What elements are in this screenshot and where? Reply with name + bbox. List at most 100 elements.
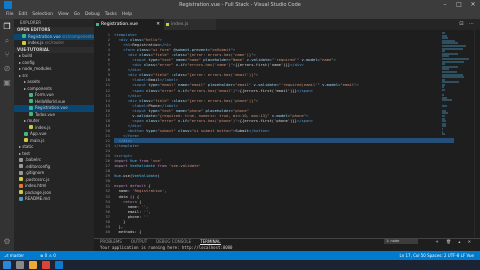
search-taskbar-icon[interactable] bbox=[16, 261, 24, 269]
open-editor-path: src/components bbox=[60, 33, 94, 39]
menu-item-selection[interactable]: Selection bbox=[32, 10, 53, 19]
code-token: import bbox=[114, 163, 131, 169]
file-file-icon bbox=[19, 157, 23, 162]
file-tree-label: .gitignore bbox=[25, 170, 45, 175]
problems-indicator[interactable]: ⊗ 0 ⚠ 0 bbox=[40, 251, 56, 260]
settings-gear-icon[interactable]: ⚙ bbox=[2, 237, 12, 247]
code-line[interactable]: methods: { bbox=[114, 229, 454, 234]
file-file-icon bbox=[19, 170, 23, 175]
tab-registration[interactable]: Registration.vue ✕ bbox=[94, 19, 164, 30]
file-tree-label: Registration.vue bbox=[35, 105, 68, 110]
code-token: class= bbox=[143, 62, 158, 68]
extensions-icon[interactable]: ▣ bbox=[2, 78, 12, 88]
menu-item-go[interactable]: Go bbox=[74, 10, 80, 19]
close-icon[interactable]: ✕ bbox=[466, 0, 480, 10]
code-token: "{error: errors.has('phone')}" bbox=[187, 97, 256, 103]
code-token: , bbox=[164, 188, 167, 194]
activity-bar: ❐ ⌕ ⑂ ⊘ ▣ ⚙ bbox=[0, 19, 14, 251]
editor-status[interactable]: Ln 17, Col 50 Spaces: 2 UTF-8 LF Vue bbox=[399, 251, 474, 260]
branch-indicator[interactable]: ⎇ master bbox=[4, 251, 24, 260]
line-number-gutter: 1 2 3 4 5 6 7 8 9 10 11 12 13 14 15 16 17 18 19 20 21 22 23 24 2… bbox=[94, 32, 110, 234]
vscode-taskbar-icon[interactable] bbox=[55, 261, 63, 269]
search-icon[interactable]: ⌕ bbox=[2, 36, 12, 46]
code-token: "errors.has('phone')" bbox=[189, 117, 238, 123]
js-file-icon bbox=[166, 23, 169, 26]
minimap[interactable] bbox=[442, 32, 472, 232]
code-token: 'vee-validate' bbox=[168, 163, 201, 169]
code-token: "name" bbox=[319, 57, 334, 63]
code-content[interactable]: <template> <div class="hello"> <h1>Regis… bbox=[114, 32, 454, 234]
code-token: > bbox=[333, 57, 336, 63]
file-tree-label: Todos.vue bbox=[35, 111, 55, 117]
code-token: Vue bbox=[114, 173, 121, 179]
html-file-icon bbox=[19, 183, 23, 188]
vue-file-icon bbox=[24, 131, 28, 136]
minimap-line bbox=[442, 133, 445, 136]
explorer-icon[interactable]: ❐ bbox=[2, 22, 12, 32]
code-token: Submit bbox=[235, 127, 249, 133]
menu-item-view[interactable]: View bbox=[58, 10, 69, 19]
editor-scrollbar[interactable] bbox=[474, 30, 480, 238]
code-token: '' bbox=[143, 213, 149, 219]
code-token: class= bbox=[146, 87, 160, 93]
minimize-icon[interactable]: – bbox=[438, 0, 452, 10]
maximize-icon[interactable]: □ bbox=[452, 0, 466, 10]
panel-actions[interactable]: + 🗑 ▴ ✕ bbox=[435, 239, 474, 245]
json-file-icon bbox=[19, 190, 23, 194]
code-token: "error" bbox=[159, 117, 179, 123]
browser-icon[interactable] bbox=[42, 261, 50, 269]
code-token: methods: { bbox=[114, 228, 142, 234]
file-tree-label: App.vue bbox=[30, 131, 47, 136]
tab-index-js[interactable]: index.js bbox=[164, 19, 216, 30]
code-token: "error" bbox=[157, 62, 176, 68]
file-tree-label: package.json bbox=[25, 189, 52, 195]
line-number: 40 bbox=[105, 228, 110, 234]
file-tree-label: main.js bbox=[30, 137, 45, 143]
debug-icon[interactable]: ⊘ bbox=[2, 64, 12, 74]
editor-actions[interactable]: ⊡ ⋯ bbox=[459, 19, 476, 30]
code-token: class= bbox=[146, 117, 160, 123]
minimap-line bbox=[442, 89, 445, 92]
code-token: type= bbox=[146, 127, 158, 133]
code-editor[interactable]: 1 2 3 4 5 6 7 8 9 10 11 12 13 14 15 16 17 18 19 20 21 22 23 24 2… bbox=[94, 30, 480, 238]
tab-close-icon[interactable]: ✕ bbox=[156, 19, 160, 30]
vue-file-icon bbox=[22, 34, 26, 38]
file-file-icon bbox=[19, 164, 23, 168]
menu-item-file[interactable]: File bbox=[6, 10, 14, 19]
sidebar-header: EXPLORER bbox=[20, 20, 41, 25]
menu-item-help[interactable]: Help bbox=[122, 10, 132, 19]
file-tree-item[interactable]: README.md bbox=[14, 196, 94, 203]
code-token: v-model= bbox=[301, 57, 320, 63]
start-icon[interactable] bbox=[3, 261, 11, 269]
code-token: class= bbox=[178, 127, 192, 133]
code-token: VeeValidate bbox=[132, 173, 158, 179]
code-token: </span> bbox=[296, 117, 313, 123]
source-control-icon[interactable]: ⑂ bbox=[2, 50, 12, 60]
menu-item-edit[interactable]: Edit bbox=[19, 10, 28, 19]
file-tree-label: index.html bbox=[25, 183, 47, 188]
code-token: "errors.has('email')" bbox=[189, 87, 238, 93]
code-token: {{errors.first('name')}} bbox=[235, 62, 291, 68]
file-tree-label: index.js bbox=[35, 124, 51, 130]
title-bar: Registration.vue - Full Stack - Visual S… bbox=[0, 0, 480, 10]
explorer-sidebar: EXPLORER OPEN EDITORS Registration.vue s… bbox=[14, 19, 94, 251]
open-editor-item[interactable]: index.js src/router bbox=[14, 40, 94, 47]
menu-item-debug[interactable]: Debug bbox=[85, 10, 100, 19]
file-explorer-icon[interactable] bbox=[29, 261, 37, 269]
file-tree-label: static bbox=[22, 144, 34, 149]
js-file-icon bbox=[19, 177, 23, 181]
code-token: > bbox=[255, 72, 259, 78]
vue-file-icon bbox=[29, 99, 33, 103]
code-token: "error" bbox=[159, 87, 179, 93]
editor-tabs: Registration.vue ✕ index.js ⊡ ⋯ bbox=[94, 19, 480, 30]
code-token: {{errors.first('email')}} bbox=[239, 87, 297, 93]
file-tree-label: src bbox=[22, 72, 29, 78]
menu-item-tasks[interactable]: Tasks bbox=[105, 10, 117, 19]
status-bar: ⎇ master ⊗ 0 ⚠ 0 Ln 17, Col 50 Spaces: 2… bbox=[0, 251, 480, 260]
file-tree-label: components bbox=[27, 85, 52, 91]
terminal-select[interactable]: 1: node bbox=[384, 239, 418, 244]
file-tree-label: build bbox=[22, 53, 33, 58]
tab-label: Registration.vue bbox=[101, 22, 138, 27]
tab-label: index.js bbox=[171, 22, 189, 27]
code-token: ) bbox=[157, 173, 160, 179]
